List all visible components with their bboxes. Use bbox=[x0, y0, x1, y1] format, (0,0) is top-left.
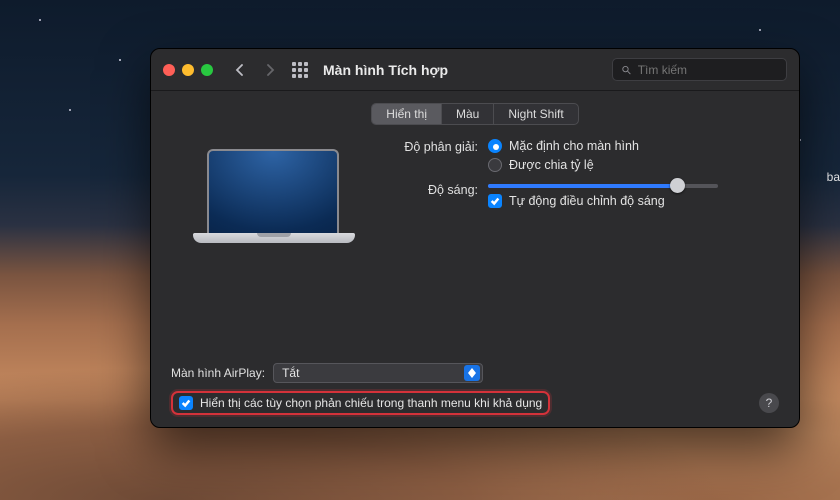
chevron-updown-icon bbox=[464, 365, 480, 381]
airplay-value: Tắt bbox=[282, 366, 299, 380]
search-field[interactable] bbox=[612, 58, 787, 81]
tab-night-shift[interactable]: Night Shift bbox=[494, 104, 577, 124]
preferences-window: Màn hình Tích hợp Hiển thị Màu Night Shi… bbox=[150, 48, 800, 428]
device-illustration bbox=[189, 145, 359, 263]
minimize-button[interactable] bbox=[182, 64, 194, 76]
zoom-button[interactable] bbox=[201, 64, 213, 76]
brightness-label: Độ sáng: bbox=[383, 182, 478, 197]
brightness-slider[interactable] bbox=[488, 184, 718, 188]
settings-panel: Độ phân giải: Mặc định cho màn hình Được… bbox=[383, 139, 779, 263]
desktop-wallpaper: ba Màn hình Tích hợp bbox=[0, 0, 840, 500]
tab-display[interactable]: Hiển thị bbox=[372, 104, 442, 124]
radio-icon bbox=[488, 139, 502, 153]
edge-text: ba bbox=[827, 170, 840, 184]
titlebar: Màn hình Tích hợp bbox=[151, 49, 799, 91]
resolution-default-radio[interactable]: Mặc định cho màn hình bbox=[488, 139, 639, 153]
search-input[interactable] bbox=[638, 63, 778, 77]
window-title: Màn hình Tích hợp bbox=[323, 62, 448, 78]
tab-color[interactable]: Màu bbox=[442, 104, 494, 124]
radio-label: Mặc định cho màn hình bbox=[509, 139, 639, 153]
close-button[interactable] bbox=[163, 64, 175, 76]
checkbox-icon bbox=[488, 194, 502, 208]
show-all-button[interactable] bbox=[289, 59, 311, 81]
radio-label: Được chia tỷ lệ bbox=[509, 158, 594, 172]
checkbox-label: Hiển thị các tùy chọn phản chiếu trong t… bbox=[200, 396, 542, 410]
checkbox-label: Tự động điều chỉnh độ sáng bbox=[509, 194, 665, 208]
grid-icon bbox=[292, 62, 308, 78]
window-controls bbox=[163, 64, 213, 76]
resolution-scaled-radio[interactable]: Được chia tỷ lệ bbox=[488, 158, 639, 172]
airplay-label: Màn hình AirPlay: bbox=[171, 366, 265, 380]
content-area: Hiển thị Màu Night Shift Độ phân giải: bbox=[151, 91, 799, 427]
search-icon bbox=[621, 64, 632, 76]
auto-brightness-checkbox[interactable]: Tự động điều chỉnh độ sáng bbox=[488, 194, 718, 208]
highlighted-option: Hiển thị các tùy chọn phản chiếu trong t… bbox=[171, 391, 550, 415]
checkbox-icon bbox=[179, 396, 193, 410]
resolution-label: Độ phân giải: bbox=[383, 139, 478, 154]
tab-bar: Hiển thị Màu Night Shift bbox=[171, 103, 779, 125]
back-button[interactable] bbox=[229, 59, 251, 81]
slider-thumb[interactable] bbox=[670, 178, 685, 193]
help-button[interactable]: ? bbox=[759, 393, 779, 413]
radio-icon bbox=[488, 158, 502, 172]
bottom-controls: Màn hình AirPlay: Tắt Hiển bbox=[171, 363, 779, 415]
airplay-select[interactable]: Tắt bbox=[273, 363, 483, 383]
forward-button[interactable] bbox=[259, 59, 281, 81]
show-mirroring-menu-checkbox[interactable]: Hiển thị các tùy chọn phản chiếu trong t… bbox=[179, 396, 542, 410]
